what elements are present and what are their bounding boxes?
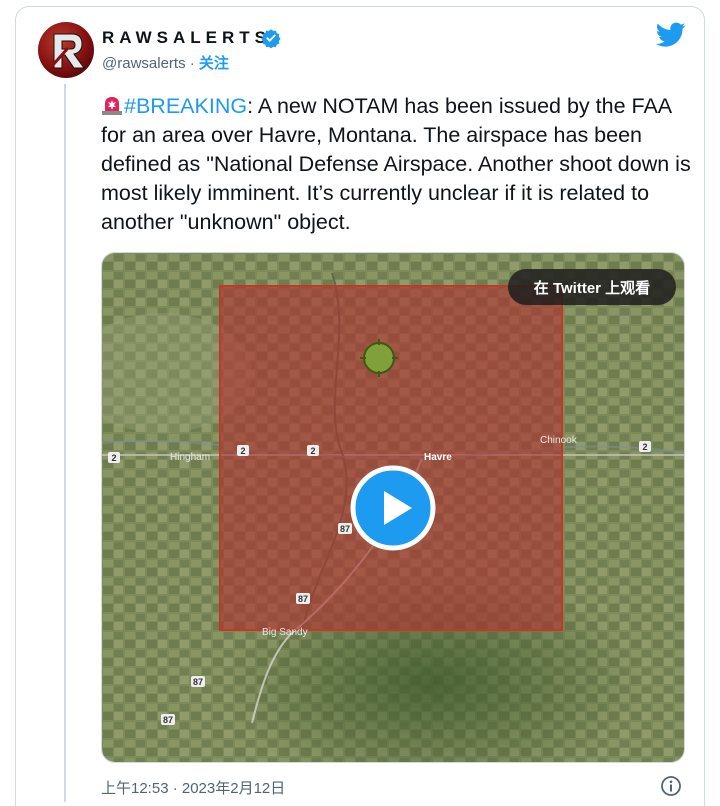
- follow-button[interactable]: 关注: [199, 55, 229, 72]
- route-marker: 2: [111, 453, 116, 463]
- route-marker: 87: [298, 594, 308, 604]
- info-icon[interactable]: [660, 775, 682, 797]
- video-player[interactable]: 2 2 2 2 87 87 87 87 Hingham Havre Chinoo…: [101, 252, 685, 763]
- route-marker: 2: [310, 446, 315, 456]
- play-icon[interactable]: [350, 465, 436, 551]
- hashtag-link[interactable]: #BREAKING: [124, 94, 247, 118]
- display-name[interactable]: RAWSALERTS: [102, 28, 271, 48]
- separator: ·: [185, 55, 199, 72]
- handle-row: @rawsalerts · 关注: [102, 52, 229, 73]
- tweet-text: #BREAKING: A new NOTAM has been issued b…: [101, 92, 701, 237]
- watch-on-twitter-button[interactable]: 在 Twitter 上观看: [508, 269, 676, 305]
- route-marker: 2: [240, 446, 245, 456]
- thread-line: [64, 84, 66, 802]
- town-label: Chinook: [540, 435, 578, 446]
- route-marker: 87: [193, 677, 203, 687]
- timestamp[interactable]: 上午12:53 · 2023年2月12日: [101, 777, 285, 798]
- town-label: Hingham: [170, 452, 210, 463]
- handle[interactable]: @rawsalerts: [102, 55, 186, 72]
- town-label: Big Sandy: [262, 627, 308, 638]
- route-marker: 87: [163, 715, 173, 725]
- twitter-bird-icon[interactable]: [656, 22, 686, 48]
- siren-emoji-icon: [102, 97, 122, 115]
- route-marker: 2: [642, 442, 647, 452]
- restricted-airspace-zone: [219, 285, 563, 631]
- route-marker: 87: [340, 524, 350, 534]
- avatar[interactable]: [38, 22, 94, 78]
- town-label: Havre: [424, 452, 452, 463]
- verified-badge-icon: [261, 29, 281, 48]
